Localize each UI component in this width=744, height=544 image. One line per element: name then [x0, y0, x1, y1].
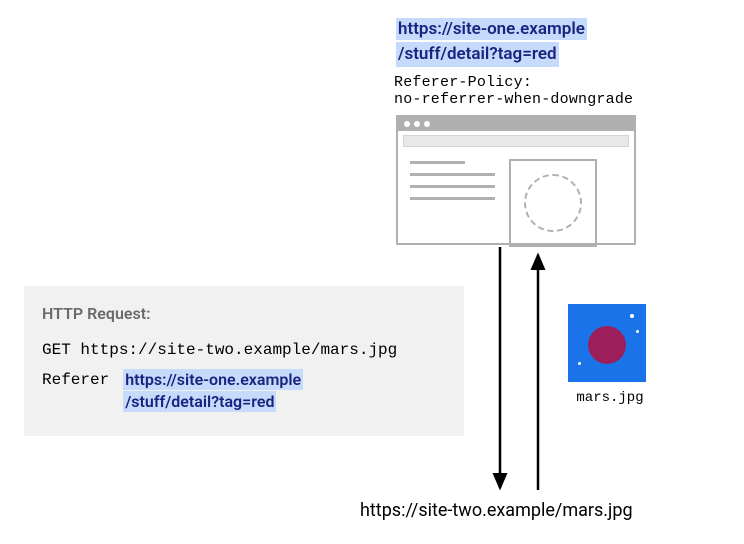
referer-header-value: https://site-one.example /stuff/detail?t… — [123, 369, 303, 412]
browser-urlbar — [403, 135, 629, 147]
star-dot — [630, 314, 634, 318]
mars-filename-label: mars.jpg — [565, 390, 655, 406]
origin-url: https://site-one.example /stuff/detail?t… — [396, 18, 587, 67]
planet-circle — [588, 326, 626, 364]
star-dot — [636, 330, 639, 333]
referrer-policy: Referer-Policy: no-referrer-when-downgra… — [394, 74, 633, 109]
window-dot — [404, 121, 410, 127]
browser-window-icon — [396, 115, 636, 245]
browser-titlebar — [398, 117, 634, 131]
page-text-placeholder — [410, 159, 495, 247]
referer-header-key: Referer — [42, 369, 109, 389]
referer-line2: /stuff/detail?tag=red — [123, 391, 276, 412]
http-request-panel: HTTP Request: GET https://site-two.examp… — [24, 286, 464, 436]
referer-line1: https://site-one.example — [123, 369, 303, 390]
mars-image-icon — [568, 304, 646, 382]
window-dot — [414, 121, 420, 127]
image-placeholder — [509, 159, 597, 247]
origin-url-line1: https://site-one.example — [396, 18, 587, 40]
destination-url: https://site-two.example/mars.jpg — [360, 500, 633, 521]
policy-key: Referer-Policy: — [394, 74, 633, 91]
origin-url-line2: /stuff/detail?tag=red — [396, 42, 559, 67]
dashed-circle-icon — [524, 174, 582, 232]
star-dot — [578, 362, 581, 365]
window-dot — [424, 121, 430, 127]
panel-title: HTTP Request: — [42, 304, 446, 323]
policy-value: no-referrer-when-downgrade — [394, 91, 633, 108]
http-get-line: GET https://site-two.example/mars.jpg — [42, 341, 446, 359]
